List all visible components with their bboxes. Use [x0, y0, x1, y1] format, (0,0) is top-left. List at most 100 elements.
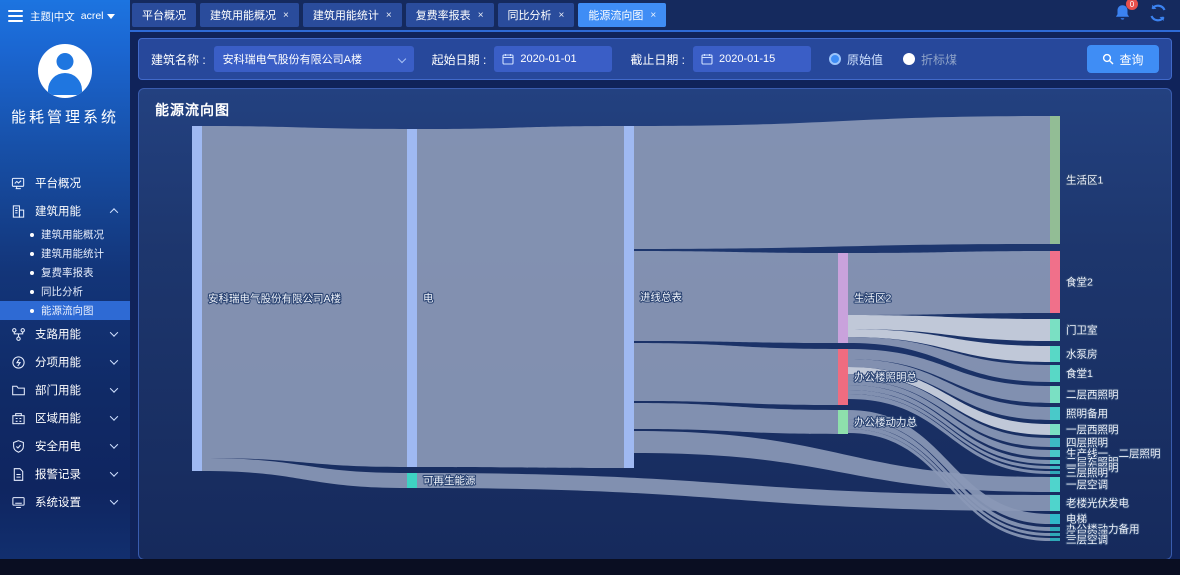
sidebar-item-支路用能[interactable]: 支路用能: [0, 320, 130, 348]
sankey-node-officeLighting[interactable]: [838, 349, 848, 405]
start-date-input[interactable]: 2020-01-01: [494, 46, 612, 72]
sankey-node-floor2East[interactable]: [1050, 460, 1060, 464]
tab-复费率报表[interactable]: 复费率报表 ×: [406, 3, 494, 27]
sidebar-item-平台概况[interactable]: 平台概况: [0, 169, 130, 197]
alarm-icon: [11, 467, 26, 482]
sankey-node-officePowerBackup[interactable]: [1050, 527, 1060, 531]
sankey-node-living2[interactable]: [838, 253, 848, 343]
calendar-icon: [701, 53, 713, 65]
sankey-node-label-buildingA: 安科瑞电气股份有限公司A楼: [208, 292, 342, 305]
sidebar-subitem-能源流向图[interactable]: 能源流向图: [0, 301, 130, 320]
sankey-node-pumpRoom[interactable]: [1050, 346, 1060, 362]
sankey-node-label-floor1West: 一层西照明: [1066, 424, 1119, 436]
sankey-node-buildingA[interactable]: [192, 126, 202, 471]
radio-selected-icon: [829, 53, 841, 65]
sankey-node-officePower[interactable]: [838, 410, 848, 434]
notification-bell-icon[interactable]: 0: [1113, 3, 1132, 28]
sankey-node-floor3AC[interactable]: [1050, 538, 1060, 541]
building-select-value: 安科瑞电气股份有限公司A楼: [223, 51, 362, 67]
sankey-link-mainMeter-living1[interactable]: [634, 116, 1050, 249]
sankey-node-elevator[interactable]: [1050, 514, 1060, 524]
sankey-node-lightingBackup[interactable]: [1050, 407, 1060, 420]
sankey-node-label-floor1AC: 一层空调: [1066, 478, 1108, 491]
sidebar-subitem-建筑用能概况[interactable]: 建筑用能概况: [0, 225, 130, 244]
bullet-icon: [30, 309, 34, 313]
close-icon[interactable]: ×: [386, 10, 392, 21]
sidebar-subitem-复费率报表[interactable]: 复费率报表: [0, 263, 130, 282]
chevron-down-icon: [110, 384, 118, 392]
sankey-node-floor1AC[interactable]: [1050, 477, 1060, 492]
sankey-node-label-officePower: 办公楼动力总: [854, 416, 917, 429]
chevron-down-icon: [110, 468, 118, 476]
radio-standard-coal[interactable]: 折标煤: [903, 51, 957, 68]
sidebar: 主题|中文 acrel 能耗管理系统 平台概况建筑用能建筑用能概况建筑用能统计复…: [0, 0, 130, 567]
close-icon[interactable]: ×: [283, 10, 289, 21]
end-date-input[interactable]: 2020-01-15: [693, 46, 811, 72]
sidebar-subitem-label: 同比分析: [41, 284, 83, 299]
sankey-node-label-pumpRoom: 水泵房: [1066, 348, 1098, 361]
sankey-node-prodLine12[interactable]: [1050, 450, 1060, 457]
search-icon: [1102, 53, 1114, 65]
sidebar-item-建筑用能[interactable]: 建筑用能: [0, 197, 130, 225]
sidebar-item-系统设置[interactable]: 系统设置: [0, 488, 130, 516]
sankey-node-floor2AC[interactable]: [1050, 533, 1060, 536]
sankey-node-renewable[interactable]: [407, 473, 417, 488]
sidebar-subitem-同比分析[interactable]: 同比分析: [0, 282, 130, 301]
sankey-node-floor2West[interactable]: [1050, 386, 1060, 403]
tab-平台概况[interactable]: 平台概况: [132, 3, 196, 27]
sankey-node-label-officeLighting: 办公楼照明总: [854, 371, 917, 384]
sankey-node-label-canteen1: 食堂1: [1066, 367, 1093, 380]
sankey-node-oldBuildingPV[interactable]: [1050, 495, 1060, 511]
tab-同比分析[interactable]: 同比分析×: [498, 3, 575, 27]
sidebar-item-报警记录[interactable]: 报警记录: [0, 460, 130, 488]
sidebar-menu: 平台概况建筑用能建筑用能概况建筑用能统计复费率报表同比分析能源流向图支路用能分项…: [0, 169, 130, 516]
avatar: [38, 44, 92, 98]
sidebar-item-部门用能[interactable]: 部门用能: [0, 376, 130, 404]
tab-建筑用能统计[interactable]: 建筑用能统计 ×: [303, 3, 402, 27]
sankey-node-canteen1[interactable]: [1050, 365, 1060, 382]
close-icon[interactable]: ×: [478, 10, 484, 21]
sankey-node-label-oldBuildingPV: 老楼光伏发电: [1066, 497, 1129, 510]
sidebar-item-label: 分项用能: [35, 354, 111, 370]
sankey-node-floor3Lighting[interactable]: [1050, 471, 1060, 474]
end-date-value: 2020-01-15: [719, 53, 775, 65]
sankey-node-mainMeter[interactable]: [624, 126, 634, 468]
sidebar-item-分项用能[interactable]: 分项用能: [0, 348, 130, 376]
bullet-icon: [30, 271, 34, 275]
sankey-node-floor4Lighting[interactable]: [1050, 438, 1060, 447]
menu-toggle-icon[interactable]: [8, 10, 23, 22]
query-button[interactable]: 查询: [1087, 45, 1159, 73]
user-menu[interactable]: acrel: [81, 10, 115, 22]
sankey-link-electricity-mainMeter[interactable]: [417, 126, 624, 468]
subentry-icon: [11, 355, 26, 370]
sankey-node-floor1West[interactable]: [1050, 424, 1060, 435]
sankey-node-living1[interactable]: [1050, 116, 1060, 244]
sankey-node-label-lightingBackup: 照明备用: [1066, 407, 1108, 420]
sankey-node-canteen2[interactable]: [1050, 251, 1060, 313]
radio-raw-value[interactable]: 原始值: [829, 51, 883, 68]
panel-title: 能源流向图: [155, 100, 230, 120]
theme-language-switch[interactable]: 主题|中文: [30, 9, 75, 24]
tab-label: 平台概况: [142, 7, 186, 23]
close-icon[interactable]: ×: [650, 10, 656, 21]
sidebar-item-label: 系统设置: [35, 494, 111, 510]
sankey-node-electricity[interactable]: [407, 129, 417, 467]
end-date-label: 截止日期 :: [630, 51, 685, 68]
sankey-node-label-floor3Lighting: 三层照明: [1066, 467, 1108, 479]
sankey-link-mainMeter-officeLighting[interactable]: [634, 343, 838, 405]
tab-能源流向图[interactable]: 能源流向图×: [578, 3, 666, 27]
tab-label: 建筑用能统计: [313, 7, 379, 23]
sankey-link-mainMeter-officePower[interactable]: [634, 403, 838, 434]
sankey-link-living2-canteen2[interactable]: [848, 251, 1050, 315]
sankey-node-gatehouse[interactable]: [1050, 319, 1060, 341]
sidebar-item-安全用电[interactable]: 安全用电: [0, 432, 130, 460]
tab-label: 复费率报表: [416, 7, 471, 23]
sankey-node-floor1East[interactable]: [1050, 466, 1060, 469]
sidebar-item-区域用能[interactable]: 区域用能: [0, 404, 130, 432]
sidebar-subitem-建筑用能统计[interactable]: 建筑用能统计: [0, 244, 130, 263]
tab-建筑用能概况[interactable]: 建筑用能概况×: [200, 3, 299, 27]
building-select[interactable]: 安科瑞电气股份有限公司A楼: [214, 46, 414, 72]
close-icon[interactable]: ×: [559, 10, 565, 21]
refresh-icon[interactable]: [1148, 3, 1168, 28]
department-icon: [11, 383, 26, 398]
